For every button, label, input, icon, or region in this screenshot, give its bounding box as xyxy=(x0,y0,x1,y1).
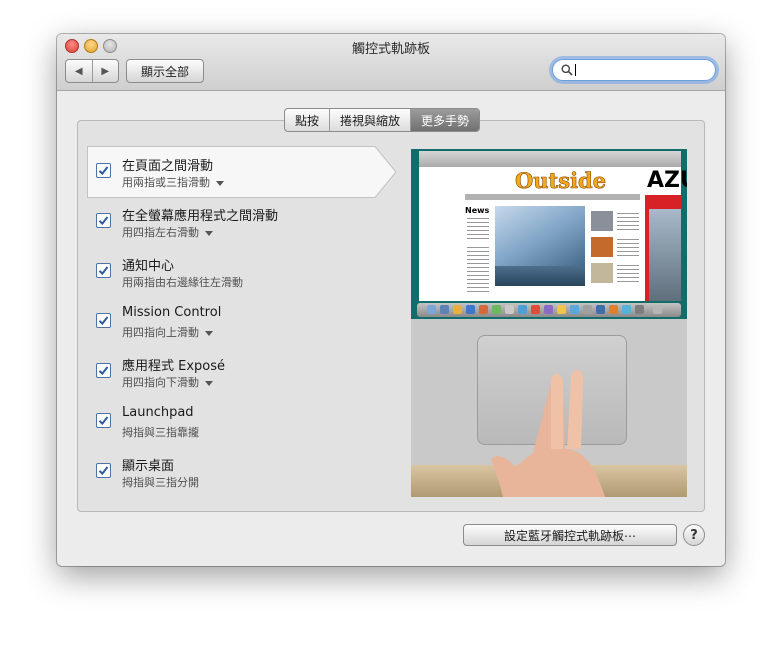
checkmark-icon xyxy=(98,266,109,276)
window-title: 觸控式軌跡板 xyxy=(351,42,430,57)
gesture-name: Mission Control xyxy=(122,305,222,320)
gesture-name: Launchpad xyxy=(122,405,194,420)
checkmark-icon xyxy=(98,416,109,426)
gesture-item-swipe-fullscreen-apps[interactable]: 在全螢幕應用程式之間滑動 用四指左右滑動 xyxy=(87,196,417,246)
gesture-name: 通知中心 xyxy=(122,259,175,274)
tab-point-and-click[interactable]: 點按 xyxy=(285,109,329,131)
gesture-checkbox[interactable] xyxy=(96,263,111,278)
dropdown-triangle-icon xyxy=(205,380,213,386)
setup-bluetooth-trackpad-button[interactable]: 設定藍牙觸控式軌跡板⋯ xyxy=(463,524,677,546)
help-button[interactable]: ? xyxy=(683,524,705,546)
checkmark-icon xyxy=(98,216,109,226)
gesture-checkbox[interactable] xyxy=(96,463,111,478)
title-bar: 觸控式軌跡板 ◀ ▶ 顯示全部 xyxy=(57,34,725,91)
gesture-list: 在頁面之間滑動 用兩指或三指滑動 在全螢幕應用程式之間滑動 用四指左右滑動 通知… xyxy=(87,146,417,496)
gesture-name: 在頁面之間滑動 xyxy=(122,159,214,174)
gesture-option-popup[interactable]: 用四指向上滑動 xyxy=(122,324,213,340)
gesture-item-mission-control[interactable]: Mission Control 用四指向上滑動 xyxy=(87,296,417,346)
search-field[interactable] xyxy=(552,59,716,81)
gesture-checkbox[interactable] xyxy=(96,163,111,178)
gesture-option-popup[interactable]: 用兩指或三指滑動 xyxy=(122,174,224,190)
gesture-checkbox[interactable] xyxy=(96,363,111,378)
two-finger-hand-icon xyxy=(491,370,605,497)
gesture-item-app-expose[interactable]: 應用程式 Exposé 用四指向下滑動 xyxy=(87,346,417,396)
gesture-detail: 用四指向上滑動 xyxy=(122,326,199,339)
tab-scroll-and-zoom[interactable]: 捲視與縮放 xyxy=(329,109,410,131)
gesture-preview-video: Outside News AZU xyxy=(411,149,687,497)
tab-bar: 點按 捲視與縮放 更多手勢 xyxy=(284,108,481,132)
forward-button[interactable]: ▶ xyxy=(93,60,119,82)
search-icon xyxy=(561,64,573,76)
preferences-window: 觸控式軌跡板 ◀ ▶ 顯示全部 點按 捲視與縮放 更多手勢 在頁面之間滑動 用兩… xyxy=(57,34,725,566)
gesture-detail: 用兩指或三指滑動 xyxy=(122,176,210,189)
gesture-item-launchpad[interactable]: Launchpad 拇指與三指靠攏 xyxy=(87,396,417,446)
gesture-checkbox[interactable] xyxy=(96,213,111,228)
gesture-name: 顯示桌面 xyxy=(122,459,175,474)
gesture-item-show-desktop[interactable]: 顯示桌面 拇指與三指分開 xyxy=(87,446,417,496)
checkmark-icon xyxy=(98,466,109,476)
back-button[interactable]: ◀ xyxy=(66,60,93,82)
gesture-checkbox[interactable] xyxy=(96,413,111,428)
gesture-item-notification-center[interactable]: 通知中心 用兩指由右邊緣往左滑動 xyxy=(87,246,417,296)
dropdown-triangle-icon xyxy=(205,330,213,336)
gesture-detail: 拇指與三指分開 xyxy=(122,476,199,489)
back-forward-control: ◀ ▶ xyxy=(65,59,119,83)
search-text-cursor xyxy=(575,64,576,76)
show-all-button[interactable]: 顯示全部 xyxy=(126,59,204,83)
dropdown-triangle-icon xyxy=(216,180,224,186)
tab-more-gestures[interactable]: 更多手勢 xyxy=(410,109,480,131)
gesture-checkbox[interactable] xyxy=(96,313,111,328)
gesture-item-swipe-between-pages[interactable]: 在頁面之間滑動 用兩指或三指滑動 xyxy=(87,146,417,198)
gesture-name: 應用程式 Exposé xyxy=(122,359,226,374)
dropdown-triangle-icon xyxy=(205,230,213,236)
gesture-option-popup[interactable]: 用四指向下滑動 xyxy=(122,374,213,390)
checkmark-icon xyxy=(98,166,109,176)
gesture-option-popup[interactable]: 用四指左右滑動 xyxy=(122,224,213,240)
gesture-detail: 用兩指由右邊緣往左滑動 xyxy=(122,276,243,289)
checkmark-icon xyxy=(98,316,109,326)
checkmark-icon xyxy=(98,366,109,376)
gesture-detail: 拇指與三指靠攏 xyxy=(122,426,199,439)
gesture-detail: 用四指左右滑動 xyxy=(122,226,199,239)
gesture-detail: 用四指向下滑動 xyxy=(122,376,199,389)
gesture-name: 在全螢幕應用程式之間滑動 xyxy=(122,209,279,224)
